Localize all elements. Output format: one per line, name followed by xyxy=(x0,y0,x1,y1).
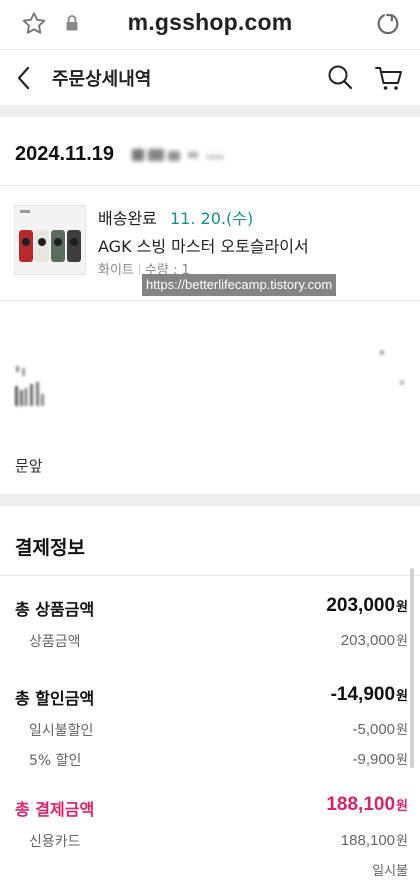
amount-value: -9,900 xyxy=(352,751,396,768)
order-number-redacted xyxy=(132,149,224,161)
amount-value: 188,100 xyxy=(340,832,396,849)
scrollbar[interactable] xyxy=(410,568,414,768)
browser-address-bar: m.gsshop.com xyxy=(0,0,420,50)
payment-section-title: 결제정보 xyxy=(15,537,85,559)
delivery-date: 11. 20.(수) xyxy=(170,209,254,228)
chevron-left-icon[interactable] xyxy=(14,65,34,91)
total-product-amount: 203,000원 xyxy=(326,595,408,617)
total-discount-amount: -14,900원 xyxy=(331,684,408,706)
total-product-label: 총 상품금액 xyxy=(15,600,95,619)
app-header: 주문상세내역 xyxy=(0,51,420,105)
section-separator xyxy=(0,105,420,117)
credit-card-label: 신용카드 xyxy=(29,834,81,850)
amount-value: 203,000 xyxy=(340,632,396,649)
currency-unit: 원 xyxy=(396,633,408,648)
delivery-status: 배송완료 xyxy=(98,209,157,228)
currency-unit: 원 xyxy=(396,688,408,703)
watermark-url: https://betterlifecamp.tistory.com xyxy=(142,274,337,296)
product-price-amount: 203,000원 xyxy=(341,630,408,649)
lump-sum-discount-label: 일시불할인 xyxy=(29,723,94,739)
percent-discount-amount: -9,900원 xyxy=(352,749,408,768)
product-name[interactable]: AGK 스빙 마스터 오토슬라이서 xyxy=(98,233,309,257)
currency-unit: 원 xyxy=(396,798,408,813)
divider xyxy=(0,185,420,186)
total-paid-amount: 188,100원 xyxy=(326,794,408,816)
url-text[interactable]: m.gsshop.com xyxy=(0,9,420,36)
address-redacted xyxy=(15,350,404,406)
amount-value: 203,000 xyxy=(326,595,396,616)
divider xyxy=(0,575,420,576)
currency-unit: 원 xyxy=(396,752,408,767)
order-date: 2024.11.19 xyxy=(15,143,114,165)
currency-unit: 원 xyxy=(396,599,408,614)
amount-value: -14,900 xyxy=(330,684,396,705)
lump-sum-discount-amount: -5,000원 xyxy=(352,719,408,738)
product-thumbnail[interactable] xyxy=(14,205,86,275)
total-discount-label: 총 할인금액 xyxy=(15,689,95,708)
currency-unit: 원 xyxy=(396,722,408,737)
search-icon[interactable] xyxy=(326,63,354,91)
credit-card-amount: 188,100원 xyxy=(341,830,408,849)
divider xyxy=(0,300,420,301)
total-paid-label: 총 결제금액 xyxy=(15,800,95,819)
installment-type: 일시불 xyxy=(372,864,408,879)
option-separator xyxy=(138,264,140,275)
section-separator xyxy=(0,494,420,506)
cart-icon[interactable] xyxy=(374,63,404,93)
product-price-label: 상품금액 xyxy=(29,634,81,650)
option-color: 화이트 xyxy=(98,263,134,278)
product-image xyxy=(15,206,85,274)
delivery-request-note: 문앞 xyxy=(15,457,43,475)
reload-icon[interactable] xyxy=(374,10,402,38)
amount-value: 188,100 xyxy=(326,794,396,815)
page-title: 주문상세내역 xyxy=(52,69,152,90)
percent-discount-label: 5% 할인 xyxy=(29,753,82,769)
amount-value: -5,000 xyxy=(352,721,396,738)
currency-unit: 원 xyxy=(396,833,408,848)
